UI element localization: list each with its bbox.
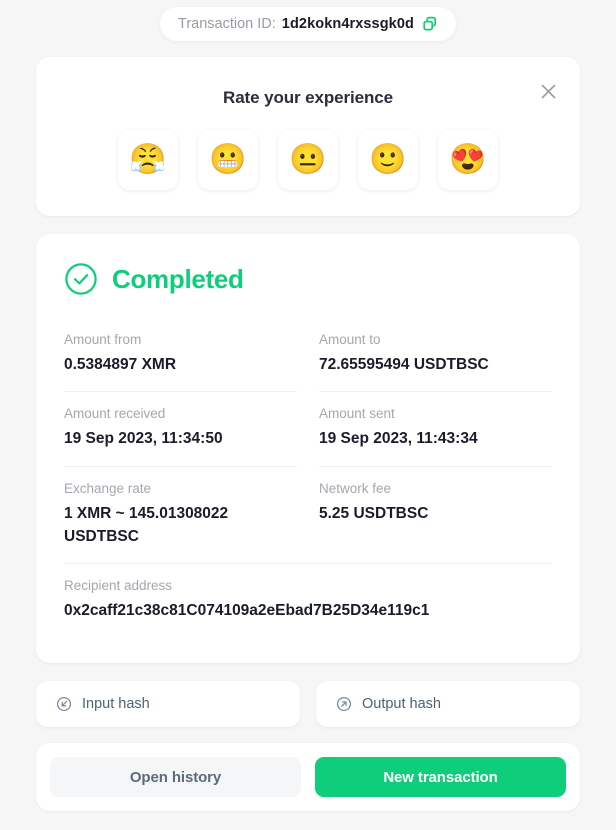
- detail-label: Amount received: [64, 406, 166, 422]
- rating-1-emoji: 😤: [129, 143, 167, 176]
- detail-value: 1 XMR ~ 145.01308022 USDTBSC: [64, 504, 229, 545]
- status-row: Completed: [64, 262, 552, 296]
- rating-2-emoji: 😬: [209, 143, 247, 176]
- rating-5-heart-eyes[interactable]: 😍: [438, 130, 498, 190]
- detail-value: 0.5384897 XMR: [64, 356, 177, 373]
- actions-card: Open history New transaction: [36, 743, 580, 812]
- arrow-in-circle-icon: [56, 696, 72, 712]
- rating-4-emoji: 🙂: [369, 143, 407, 176]
- detail-value: 19 Sep 2023, 11:43:34: [319, 430, 478, 448]
- rating-3-emoji: 😐: [289, 143, 327, 176]
- hash-row: Input hash Output hash: [36, 681, 580, 728]
- output-hash-label: Output hash: [362, 696, 441, 713]
- detail-amount-received: Amount received 19 Sep 2023, 11:34:50: [64, 391, 297, 465]
- detail-amount-from: Amount from 0.5384897 XMR: [64, 318, 297, 391]
- details-card: Completed Amount from 0.5384897 XMR Amou…: [36, 234, 580, 664]
- detail-value: 0x2caff21c38c81C074109a2eEbad7B25D34e119…: [64, 602, 430, 619]
- detail-value: 19 Sep 2023, 11:34:50: [64, 430, 223, 448]
- status-text: Completed: [112, 263, 244, 294]
- input-hash-label: Input hash: [82, 696, 150, 713]
- detail-exchange-rate: Exchange rate 1 XMR ~ 145.01308022 USDTB…: [64, 465, 297, 564]
- transaction-id-label: Transaction ID:: [178, 15, 276, 32]
- rating-title: Rate your experience: [223, 88, 393, 107]
- transaction-id-pill: Transaction ID: 1d2kokn4rxssgk0d: [160, 6, 456, 41]
- open-history-button[interactable]: Open history: [50, 757, 301, 798]
- rating-1-angry[interactable]: 😤: [118, 130, 178, 190]
- detail-recipient-address: Recipient address 0x2caff21c38c81C074109…: [64, 563, 552, 637]
- rating-3-neutral[interactable]: 😐: [278, 130, 338, 190]
- detail-value: 5.25 USDTBSC: [319, 504, 429, 522]
- transaction-id-row: Transaction ID: 1d2kokn4rxssgk0d: [36, 0, 580, 47]
- detail-label: Amount from: [64, 332, 142, 347]
- detail-label: Exchange rate: [64, 480, 152, 496]
- input-hash-button[interactable]: Input hash: [36, 681, 300, 728]
- detail-label: Network fee: [319, 480, 392, 496]
- detail-amount-to: Amount to 72.65595494 USDTBSC: [319, 318, 552, 391]
- rating-4-smiling[interactable]: 🙂: [358, 130, 418, 190]
- detail-label: Amount to: [319, 332, 381, 347]
- detail-label: Recipient address: [64, 578, 173, 593]
- new-transaction-button[interactable]: New transaction: [315, 757, 566, 798]
- detail-network-fee: Network fee 5.25 USDTBSC: [319, 465, 552, 564]
- detail-label: Amount sent: [319, 406, 395, 422]
- rating-5-emoji: 😍: [449, 143, 487, 176]
- detail-amount-sent: Amount sent 19 Sep 2023, 11:43:34: [319, 391, 552, 465]
- rating-2-grimacing[interactable]: 😬: [198, 130, 258, 190]
- close-icon[interactable]: [536, 79, 560, 103]
- transaction-id-value: 1d2kokn4rxssgk0d: [281, 15, 414, 32]
- rating-options: 😤 😬 😐 🙂 😍: [58, 130, 558, 190]
- rating-card: Rate your experience 😤 😬 😐 🙂 😍: [36, 57, 580, 216]
- check-circle-icon: [64, 262, 98, 296]
- detail-grid: Amount from 0.5384897 XMR Amount to 72.6…: [64, 318, 552, 637]
- detail-value: 72.65595494 USDTBSC: [319, 356, 489, 373]
- arrow-out-circle-icon: [336, 696, 352, 712]
- transaction-status-page: Transaction ID: 1d2kokn4rxssgk0d Rate yo…: [0, 0, 616, 830]
- output-hash-button[interactable]: Output hash: [316, 681, 580, 728]
- copy-icon[interactable]: [422, 16, 438, 32]
